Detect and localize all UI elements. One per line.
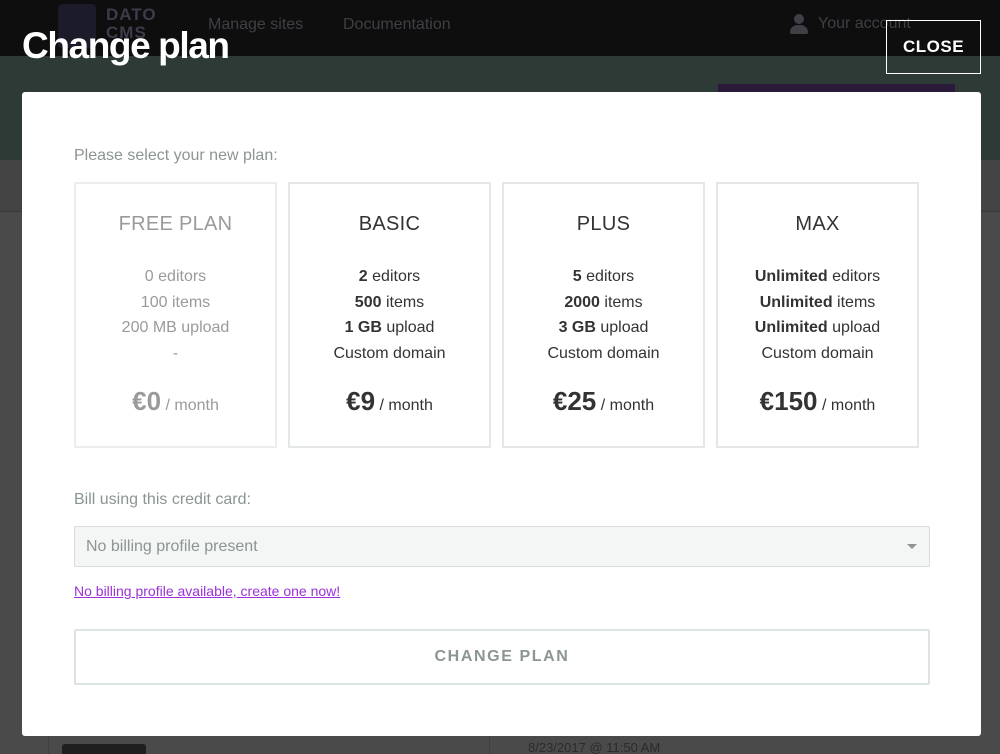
page-title: Change plan bbox=[22, 25, 230, 66]
plan-name: BASIC bbox=[358, 213, 421, 235]
plan-features: Unlimited editors Unlimited items Unlimi… bbox=[754, 268, 881, 362]
plan-card-free[interactable]: FREE PLAN 0 editors 100 items 200 MB upl… bbox=[74, 182, 277, 448]
person-icon bbox=[790, 14, 808, 34]
plan-name: MAX bbox=[795, 213, 840, 235]
plan-features: 0 editors 100 items 200 MB upload - bbox=[121, 268, 230, 362]
select-plan-label: Please select your new plan: bbox=[74, 147, 278, 164]
plan-price: €0 / month bbox=[132, 386, 219, 417]
plan-name: PLUS bbox=[576, 213, 631, 235]
change-plan-modal: Please select your new plan: FREE PLAN 0… bbox=[22, 92, 981, 736]
billing-select-value: No billing profile present bbox=[86, 537, 258, 555]
plan-card-basic[interactable]: BASIC 2 editors 500 items 1 GB upload Cu… bbox=[288, 182, 491, 448]
credit-card-label: Bill using this credit card: bbox=[74, 491, 251, 508]
plan-price: €150 / month bbox=[759, 386, 876, 417]
create-billing-profile-link[interactable]: No billing profile available, create one… bbox=[74, 583, 340, 599]
billing-profile-select[interactable]: No billing profile present bbox=[74, 526, 930, 567]
plan-card-plus[interactable]: PLUS 5 editors 2000 items 3 GB upload Cu… bbox=[502, 182, 705, 448]
plan-price: €25 / month bbox=[552, 386, 655, 417]
chevron-down-icon bbox=[907, 544, 917, 549]
plan-name: FREE PLAN bbox=[118, 213, 233, 235]
nav-documentation: Documentation bbox=[343, 16, 451, 33]
plan-card-max[interactable]: MAX Unlimited editors Unlimited items Un… bbox=[716, 182, 919, 448]
plan-price: €9 / month bbox=[346, 386, 433, 417]
change-plan-button[interactable]: CHANGE PLAN bbox=[74, 629, 930, 685]
app-footer-date: 8/23/2017 @ 11:50 AM bbox=[528, 740, 661, 754]
plan-features: 5 editors 2000 items 3 GB upload Custom … bbox=[547, 268, 660, 362]
close-button[interactable]: CLOSE bbox=[886, 20, 981, 74]
plan-features: 2 editors 500 items 1 GB upload Custom d… bbox=[333, 268, 446, 362]
app-footer-button bbox=[62, 744, 146, 754]
